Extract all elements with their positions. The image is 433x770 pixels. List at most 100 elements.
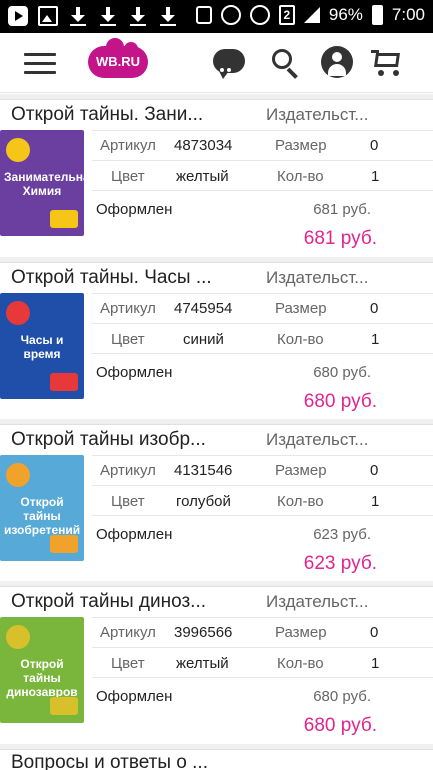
article-label: Артикул [100, 462, 156, 479]
alarm-icon [220, 5, 241, 25]
cover-decoration [50, 535, 78, 553]
final-price: 681 руб. [303, 228, 377, 249]
order-item[interactable]: Открой тайны диноз... Издательст... Откр… [0, 581, 433, 743]
quantity-value: 1 [371, 493, 380, 510]
color-label: Цвет [111, 331, 145, 348]
article-value: 4745954 [174, 300, 233, 317]
cover-decoration [50, 210, 78, 228]
size-value: 0 [370, 300, 379, 317]
download-icon [68, 6, 88, 26]
cover-title: Часы и время [20, 333, 64, 361]
order-status: Оформлен [96, 526, 173, 543]
color-value: желтый [176, 655, 229, 672]
color-value: синий [183, 331, 224, 348]
divider [92, 323, 433, 324]
book-cover-image[interactable]: Открой тайны динозавров [0, 617, 84, 723]
divider [92, 353, 433, 354]
size-value: 0 [370, 462, 379, 479]
article-label: Артикул [100, 137, 156, 154]
final-price: 623 руб. [303, 553, 377, 574]
logo[interactable]: WB.RU [88, 38, 148, 78]
cover-decoration [6, 463, 30, 487]
download-icon [98, 6, 118, 26]
mute-icon [195, 6, 212, 24]
cover-title: Занимательная Химия [4, 170, 84, 198]
signal-icon [303, 7, 320, 23]
orders-list[interactable]: Открой тайны. Зани... Издательст... Зани… [0, 94, 433, 770]
size-label: Размер [275, 300, 327, 317]
divider [92, 293, 433, 294]
order-status: Оформлен [96, 364, 173, 381]
color-label: Цвет [111, 655, 145, 672]
youtube-icon [8, 6, 28, 26]
order-title[interactable]: Открой тайны диноз... [11, 587, 249, 617]
cover-decoration [6, 138, 30, 162]
cover-decoration [6, 301, 30, 325]
app-header: WB.RU [0, 33, 433, 93]
color-value: голубой [176, 493, 231, 510]
size-value: 0 [370, 624, 379, 641]
order-title[interactable]: Вопросы и ответы о ... [11, 748, 431, 770]
quantity-label: Кол-во [277, 655, 324, 672]
publisher-label: Издательст... [266, 592, 369, 611]
quantity-label: Кол-во [277, 168, 324, 185]
search-icon[interactable] [268, 45, 304, 81]
final-price: 680 руб. [303, 715, 377, 736]
size-label: Размер [275, 137, 327, 154]
publisher-label: Издательст... [266, 105, 369, 124]
divider [92, 647, 433, 648]
order-status: Оформлен [96, 201, 173, 218]
size-value: 0 [370, 137, 379, 154]
publisher-label: Издательст... [266, 268, 369, 287]
battery-icon [371, 5, 383, 25]
article-value: 4873034 [174, 137, 233, 154]
final-price: 680 руб. [303, 391, 377, 412]
battery-percent: 96% [328, 5, 363, 24]
article-label: Артикул [100, 624, 156, 641]
download-icon [128, 6, 148, 26]
book-cover-image[interactable]: Занимательная Химия [0, 130, 84, 236]
quantity-value: 1 [371, 331, 380, 348]
cover-title: Открой тайны динозавров [6, 657, 78, 699]
book-cover-image[interactable]: Открой тайны изобретений [0, 455, 84, 561]
size-label: Размер [275, 624, 327, 641]
wifi-icon [249, 5, 270, 25]
order-item[interactable]: Открой тайны. Часы ... Издательст... Час… [0, 257, 433, 419]
order-title[interactable]: Открой тайны изобр... [11, 425, 249, 455]
quantity-label: Кол-во [277, 331, 324, 348]
divider [92, 515, 433, 516]
color-label: Цвет [111, 168, 145, 185]
chat-icon[interactable] [212, 45, 248, 90]
color-value: желтый [176, 168, 229, 185]
price: 680 руб. [313, 688, 371, 705]
article-value: 3996566 [174, 624, 233, 641]
cover-decoration [50, 697, 78, 715]
sim-indicator: 2 [278, 5, 295, 25]
cover-decoration [50, 373, 78, 391]
clock: 7:00 [391, 5, 425, 24]
size-label: Размер [275, 462, 327, 479]
book-cover-image[interactable]: Часы и время [0, 293, 84, 399]
order-item[interactable]: Вопросы и ответы о ... [0, 744, 433, 770]
profile-icon[interactable] [320, 45, 356, 81]
quantity-value: 1 [371, 168, 380, 185]
notification-icons [8, 6, 178, 26]
publisher-label: Издательст... [266, 430, 369, 449]
cover-title: Открой тайны изобретений [4, 495, 81, 537]
download-icon [158, 6, 178, 26]
divider [92, 190, 433, 191]
order-title[interactable]: Открой тайны. Часы ... [11, 263, 249, 293]
divider [92, 455, 433, 456]
divider [92, 160, 433, 161]
order-item[interactable]: Открой тайны изобр... Издательст... Откр… [0, 419, 433, 581]
article-value: 4131546 [174, 462, 233, 479]
order-item[interactable]: Открой тайны. Зани... Издательст... Зани… [0, 94, 433, 256]
order-status: Оформлен [96, 688, 173, 705]
menu-icon[interactable] [24, 53, 56, 75]
article-label: Артикул [100, 300, 156, 317]
divider [92, 130, 433, 131]
order-title[interactable]: Открой тайны. Зани... [11, 100, 249, 130]
price: 623 руб. [313, 526, 371, 543]
status-bar: 2 96% 7:00 [0, 0, 433, 33]
cart-icon[interactable] [370, 45, 406, 81]
